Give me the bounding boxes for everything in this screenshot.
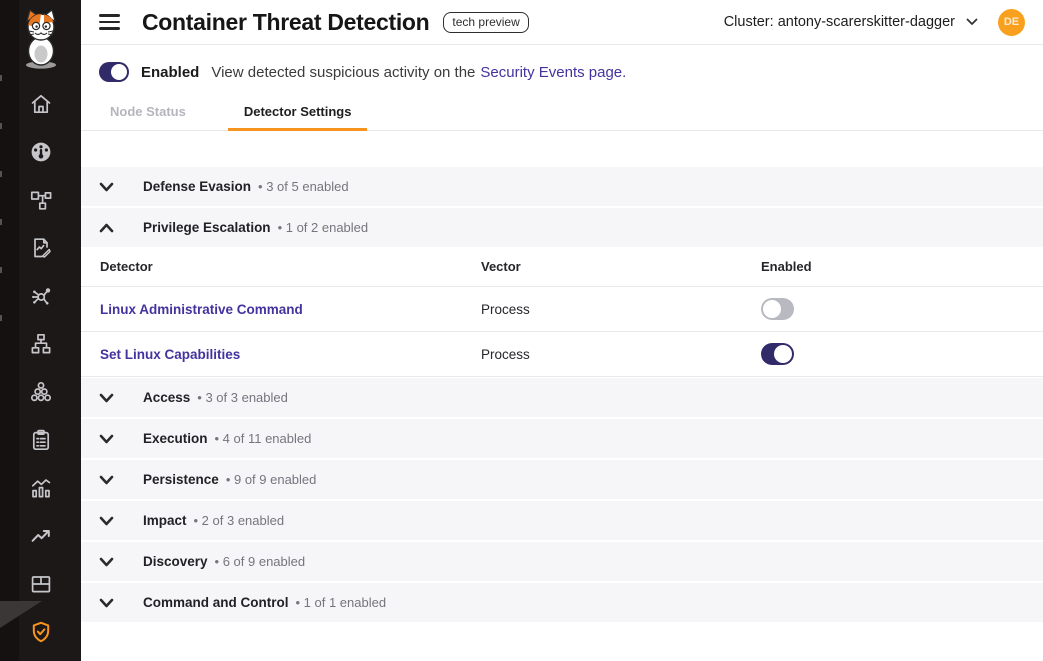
section-discovery[interactable]: Discovery • 6 of 9 enabled: [81, 542, 1043, 581]
chevron-down-icon[interactable]: [99, 475, 114, 485]
cluster-tree-icon[interactable]: [29, 332, 53, 356]
detector-table: Detector Vector Enabled Linux Administra…: [81, 247, 1043, 377]
connections-icon[interactable]: [29, 284, 53, 308]
sidebar-nav: [0, 92, 81, 644]
detection-enabled-toggle[interactable]: [99, 62, 129, 82]
main-area: Container Threat Detection tech preview …: [81, 0, 1043, 661]
section-label: Defense Evasion: [143, 179, 251, 194]
section-impact[interactable]: Impact • 2 of 3 enabled: [81, 501, 1043, 540]
section-label: Impact: [143, 513, 187, 528]
chevron-down-icon: [966, 18, 978, 26]
section-count: • 9 of 9 enabled: [226, 472, 317, 487]
chevron-down-icon[interactable]: [99, 557, 114, 567]
column-header-enabled: Enabled: [761, 259, 1043, 274]
table-row: Set Linux Capabilities Process: [81, 332, 1043, 377]
column-header-vector: Vector: [481, 259, 761, 274]
dashboard-gauge-icon[interactable]: [29, 140, 53, 164]
section-count: • 4 of 11 enabled: [215, 431, 312, 446]
section-persistence[interactable]: Persistence • 9 of 9 enabled: [81, 460, 1043, 499]
section-count: • 3 of 3 enabled: [197, 390, 288, 405]
tab-detector-settings[interactable]: Detector Settings: [228, 93, 368, 131]
enabled-label: Enabled: [141, 64, 199, 81]
sidebar: [0, 0, 81, 661]
packages-icon[interactable]: [29, 572, 53, 596]
detector-toggle[interactable]: [761, 298, 794, 320]
avatar[interactable]: DE: [998, 9, 1025, 36]
section-label: Access: [143, 390, 190, 405]
detector-link[interactable]: Linux Administrative Command: [100, 302, 303, 317]
section-execution[interactable]: Execution • 4 of 11 enabled: [81, 419, 1043, 458]
section-label: Discovery: [143, 554, 208, 569]
detector-link[interactable]: Set Linux Capabilities: [100, 347, 240, 362]
home-icon[interactable]: [29, 92, 53, 116]
security-shield-icon[interactable]: [29, 620, 53, 644]
sub-header: Enabled View detected suspicious activit…: [81, 45, 1043, 131]
security-events-link[interactable]: Security Events page.: [480, 64, 626, 81]
table-row: Linux Administrative Command Process: [81, 287, 1043, 332]
cluster-dropdown[interactable]: Cluster: antony-scarerskitter-dagger: [724, 14, 978, 30]
node-group-icon[interactable]: [29, 380, 53, 404]
chevron-down-icon[interactable]: [99, 516, 114, 526]
section-label: Execution: [143, 431, 208, 446]
section-command-and-control[interactable]: Command and Control • 1 of 1 enabled: [81, 583, 1043, 622]
page-title: Container Threat Detection: [142, 9, 429, 36]
cat-mascot-logo[interactable]: [17, 8, 65, 72]
top-bar: Container Threat Detection tech preview …: [81, 0, 1043, 45]
edge-mark: [0, 75, 2, 81]
enabled-description: View detected suspicious activity on the: [211, 64, 475, 81]
cluster-label: Cluster: antony-scarerskitter-dagger: [724, 14, 955, 30]
column-header-detector: Detector: [100, 259, 481, 274]
section-count: • 6 of 9 enabled: [215, 554, 306, 569]
section-count: • 2 of 3 enabled: [194, 513, 285, 528]
chevron-down-icon[interactable]: [99, 598, 114, 608]
vector-value: Process: [481, 302, 530, 317]
chevron-up-icon[interactable]: [99, 223, 114, 233]
tech-preview-badge: tech preview: [443, 12, 528, 33]
tab-node-status[interactable]: Node Status: [94, 93, 202, 131]
detector-toggle[interactable]: [761, 343, 794, 365]
trends-icon[interactable]: [29, 524, 53, 548]
compliance-clipboard-icon[interactable]: [29, 428, 53, 452]
detector-settings-panel: Defense Evasion • 3 of 5 enabled Privile…: [81, 131, 1043, 622]
table-header: Detector Vector Enabled: [81, 247, 1043, 287]
section-count: • 3 of 5 enabled: [258, 179, 349, 194]
section-label: Persistence: [143, 472, 219, 487]
topology-icon[interactable]: [29, 188, 53, 212]
vector-value: Process: [481, 347, 530, 362]
section-count: • 1 of 1 enabled: [296, 595, 387, 610]
section-count: • 1 of 2 enabled: [278, 220, 369, 235]
enable-row: Enabled View detected suspicious activit…: [81, 45, 1043, 82]
section-privilege-escalation[interactable]: Privilege Escalation • 1 of 2 enabled: [81, 208, 1043, 247]
chevron-down-icon[interactable]: [99, 434, 114, 444]
section-label: Command and Control: [143, 595, 289, 610]
audit-document-icon[interactable]: [29, 236, 53, 260]
chevron-down-icon[interactable]: [99, 393, 114, 403]
tab-bar: Node Status Detector Settings: [81, 93, 1043, 131]
section-access[interactable]: Access • 3 of 3 enabled: [81, 378, 1043, 417]
section-defense-evasion[interactable]: Defense Evasion • 3 of 5 enabled: [81, 167, 1043, 206]
chevron-down-icon[interactable]: [99, 182, 114, 192]
section-label: Privilege Escalation: [143, 220, 271, 235]
menu-icon[interactable]: [99, 14, 120, 30]
monitoring-chart-icon[interactable]: [29, 476, 53, 500]
